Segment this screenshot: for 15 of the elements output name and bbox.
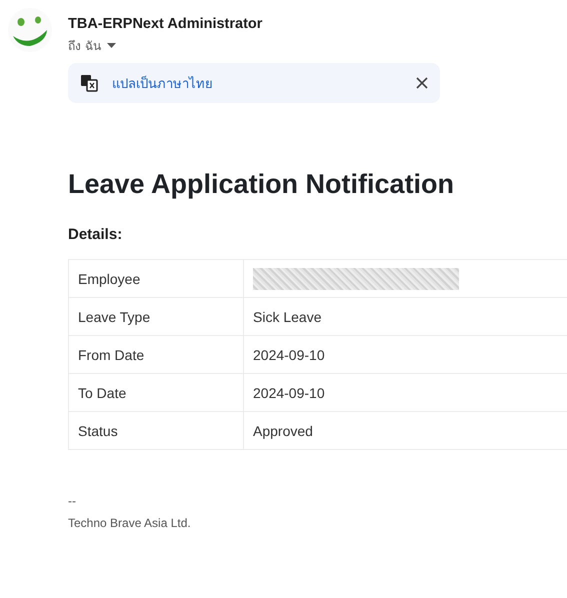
field-label: From Date bbox=[68, 336, 244, 374]
signature-separator: -- bbox=[68, 494, 77, 508]
caret-icon[interactable] bbox=[106, 43, 116, 48]
field-label: To Date bbox=[68, 374, 244, 412]
company-name: Techno Brave Asia Ltd. bbox=[68, 516, 192, 530]
field-label: Employee bbox=[68, 260, 244, 298]
recipient-label: ถึง ฉัน bbox=[68, 38, 101, 55]
section-heading: Details: bbox=[68, 226, 124, 243]
field-label: Status bbox=[68, 412, 244, 450]
close-icon[interactable] bbox=[416, 77, 428, 89]
translate-icon[interactable] bbox=[80, 74, 98, 92]
translate-link[interactable]: แปลเป็นภาษาไทย bbox=[112, 72, 402, 94]
email-title: Leave Application Notification bbox=[68, 169, 456, 200]
field-label: Leave Type bbox=[68, 298, 244, 336]
sender-name: TBA-ERPNext Administrator bbox=[68, 16, 262, 32]
